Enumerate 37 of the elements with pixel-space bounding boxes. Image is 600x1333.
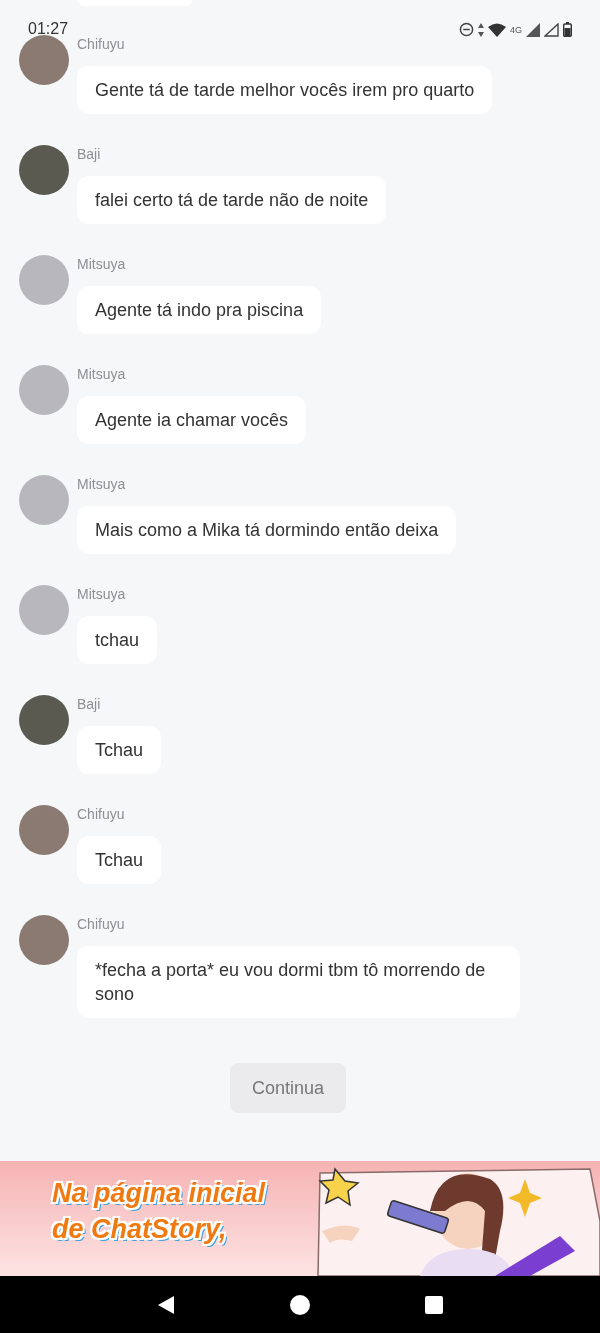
- avatar[interactable]: [19, 145, 69, 195]
- sender-name: Mitsuya: [77, 585, 126, 603]
- avatar[interactable]: [19, 915, 69, 965]
- sender-name: Chifuyu: [77, 915, 125, 933]
- banner-headline: Na página inicial de ChatStory,: [52, 1177, 267, 1246]
- avatar[interactable]: [19, 35, 69, 85]
- message-bubble: *fecha a porta* eu vou dormi tbm tô morrendo de sono: [77, 946, 520, 1018]
- sender-name: Baji: [77, 145, 101, 163]
- message-bubble: Gente tá de tarde melhor vocês irem pro quarto: [77, 66, 493, 114]
- back-icon[interactable]: [157, 1294, 176, 1315]
- signal-icon: [526, 22, 540, 37]
- sender-name: Mitsuya: [77, 365, 126, 383]
- message-bubble: Mais como a Mika tá dormindo então deixa: [77, 506, 457, 554]
- network-type: 4G: [510, 24, 522, 35]
- sender-name: Mitsuya: [77, 255, 126, 273]
- sender-name: Chifuyu: [77, 35, 125, 53]
- avatar[interactable]: [19, 805, 69, 855]
- sender-name: Baji: [77, 695, 101, 713]
- avatar[interactable]: [19, 695, 69, 745]
- do-not-disturb-icon: [459, 22, 474, 37]
- clock: 01:27: [28, 20, 69, 38]
- message-bubble: Agente tá indo pra piscina: [77, 286, 322, 334]
- message-bubble: tchau: [77, 616, 158, 664]
- message-bubble: Agente ia chamar vocês: [77, 396, 307, 444]
- message-bubble: Tchau: [77, 836, 162, 884]
- message-bubble: falei certo tá de tarde não de noite: [77, 176, 387, 224]
- recents-icon[interactable]: [424, 1295, 443, 1314]
- sender-name: Chifuyu: [77, 805, 125, 823]
- signal-empty-icon: [544, 22, 559, 37]
- message-bubble: Tchau: [77, 726, 162, 774]
- home-icon[interactable]: [290, 1294, 310, 1315]
- ad-banner[interactable]: Na página inicial de ChatStory,: [0, 1161, 600, 1276]
- data-arrows-icon: [478, 22, 484, 37]
- wifi-icon: [488, 22, 506, 37]
- continue-button[interactable]: Continua: [230, 1063, 346, 1113]
- sender-name: Mitsuya: [77, 475, 126, 493]
- battery-icon: [563, 22, 572, 37]
